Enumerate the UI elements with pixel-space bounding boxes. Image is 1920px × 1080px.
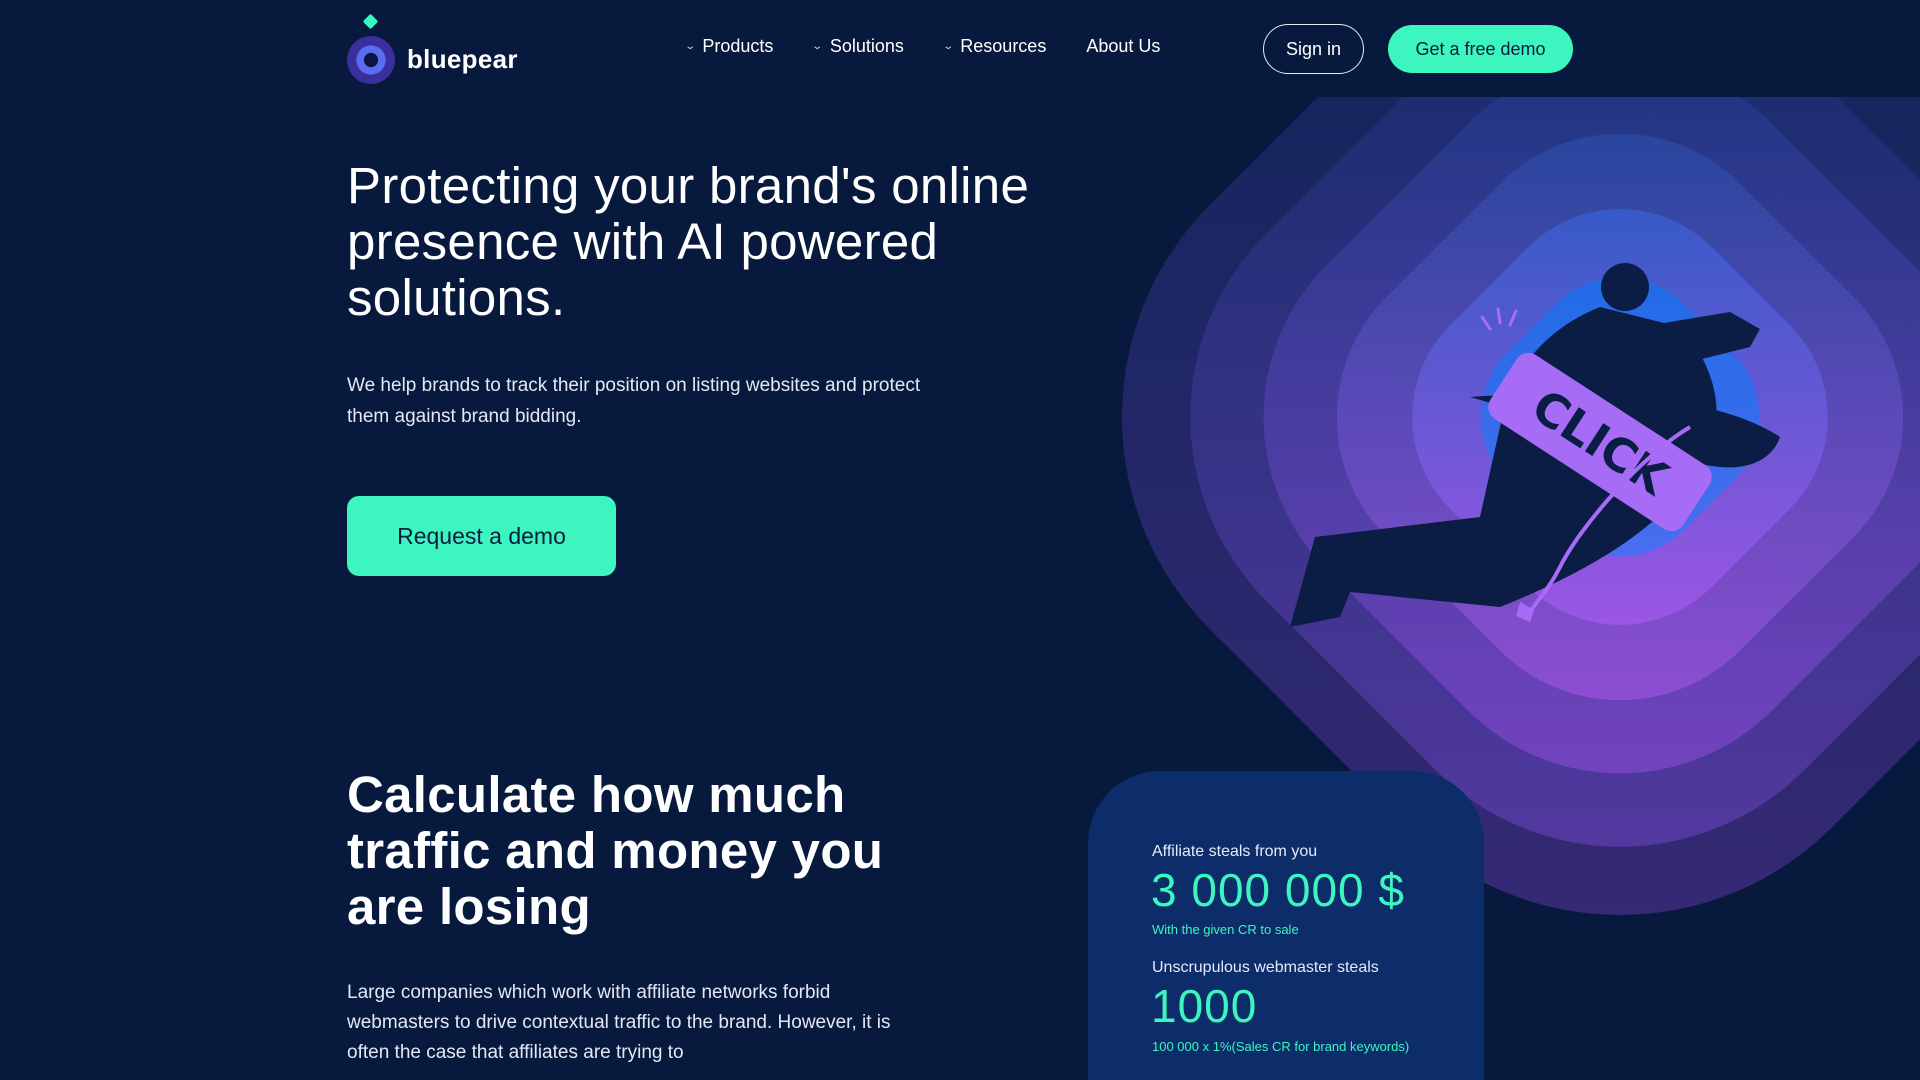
webmaster-label: Unscrupulous webmaster steals [1152, 959, 1379, 976]
affiliate-label: Affiliate steals from you [1152, 843, 1318, 860]
logo-text: bluepear [407, 43, 518, 74]
get-free-demo-button[interactable]: Get a free demo [1388, 25, 1573, 73]
affiliate-note: With the given CR to sale [1152, 922, 1299, 937]
nav-label: Solutions [829, 36, 904, 56]
site-header: bluepear ⌄ Products ⌄ Solutions ⌄ Resour… [0, 0, 1920, 97]
nav-label: About Us [1086, 36, 1161, 56]
request-demo-button[interactable]: Request a demo [347, 496, 616, 576]
hero-subtitle: We help brands to track their position o… [347, 375, 921, 427]
webmaster-value: 1000 [1151, 980, 1258, 1032]
chevron-down-icon: ⌄ [942, 41, 954, 52]
calculator-title: Calculate how much traffic and money you… [347, 766, 884, 935]
nav-products[interactable]: ⌄ Products [684, 36, 774, 57]
loss-calculator-card: Affiliate steals from you 3 000 000 $ Wi… [1088, 771, 1484, 1080]
logo[interactable]: bluepear [347, 13, 518, 84]
nav-about-us[interactable]: About Us [1086, 36, 1160, 57]
nav-label: Products [702, 36, 774, 56]
sign-in-button[interactable]: Sign in [1263, 24, 1364, 74]
nav-solutions[interactable]: ⌄ Solutions [811, 36, 904, 57]
bluepear-logo-icon [347, 13, 395, 84]
affiliate-value: 3 000 000 $ [1151, 864, 1406, 916]
nav-label: Resources [960, 36, 1047, 56]
nav-resources[interactable]: ⌄ Resources [942, 36, 1047, 57]
hero-title: Protecting your brand's online presence … [347, 157, 1030, 326]
chevron-down-icon: ⌄ [811, 41, 824, 52]
webmaster-note: 100 000 x 1%(Sales CR for brand keywords… [1152, 1039, 1410, 1054]
calculator-text: Large companies which work with affiliat… [347, 982, 891, 1063]
chevron-down-icon: ⌄ [684, 41, 697, 52]
main-nav: ⌄ Products ⌄ Solutions ⌄ Resources About… [684, 36, 1200, 57]
